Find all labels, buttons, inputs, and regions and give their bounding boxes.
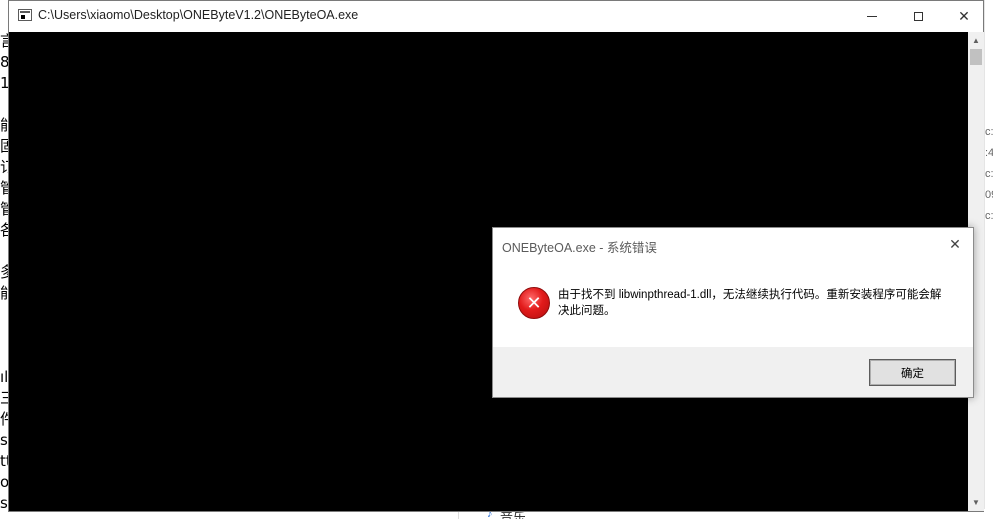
console-titlebar[interactable]: C:\Users\xiaomo\Desktop\ONEByteV1.2\ONEB…	[9, 1, 983, 32]
scroll-down-icon: ▼	[972, 498, 980, 507]
console-app-icon	[18, 9, 32, 21]
dialog-close-button[interactable]: ✕	[941, 232, 969, 256]
scroll-up-button[interactable]: ▲	[968, 32, 984, 49]
scroll-down-button[interactable]: ▼	[968, 494, 984, 511]
minimize-icon	[867, 16, 877, 17]
minimize-button[interactable]	[849, 1, 895, 32]
scroll-thumb[interactable]	[970, 49, 982, 65]
error-icon: ✕	[518, 287, 550, 319]
scroll-up-icon: ▲	[972, 36, 980, 45]
console-title: C:\Users\xiaomo\Desktop\ONEByteV1.2\ONEB…	[38, 8, 359, 22]
background-right-text: c:3	[985, 168, 993, 180]
maximize-button[interactable]	[895, 1, 941, 32]
background-right-text: 09	[985, 189, 993, 201]
background-right-text: c:0	[985, 210, 993, 222]
dialog-title: ONEByteOA.exe - 系统错误	[502, 241, 657, 255]
close-icon: ✕	[949, 235, 961, 252]
ok-button[interactable]: 确定	[869, 359, 956, 386]
close-button[interactable]: ✕	[941, 1, 987, 32]
dialog-message: 由于找不到 libwinpthread-1.dll，无法继续执行代码。重新安装程…	[558, 289, 942, 317]
close-icon: ✕	[958, 8, 970, 24]
maximize-icon	[913, 12, 923, 21]
background-right-text: c:5	[985, 126, 993, 138]
background-right-text: :4	[985, 147, 993, 159]
error-icon-glyph: ✕	[526, 292, 542, 313]
system-error-dialog[interactable]: ONEByteOA.exe - 系统错误 ✕ ✕ 由于找不到 libwinpth…	[492, 227, 974, 398]
background-right-panel	[984, 0, 993, 519]
